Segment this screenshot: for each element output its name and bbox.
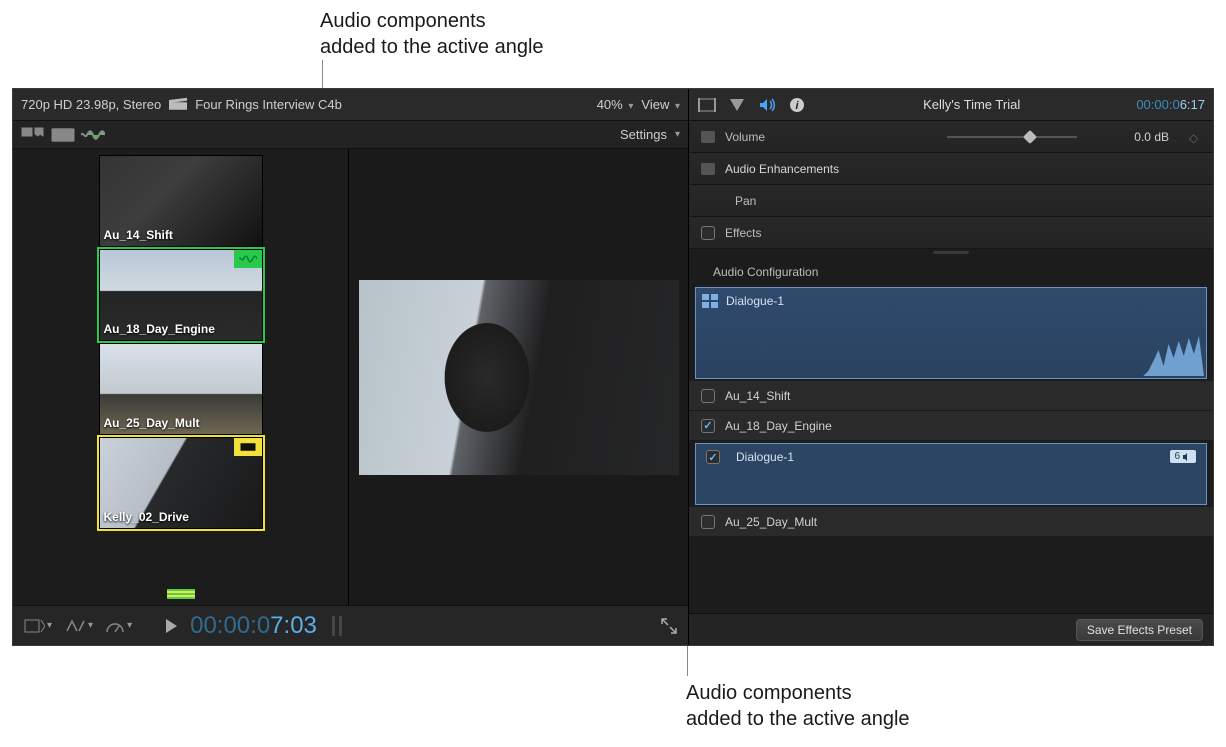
component-checkbox[interactable]: [701, 515, 715, 529]
chevron-down-icon: ▾: [675, 129, 680, 140]
video-mode-icon[interactable]: [51, 126, 75, 144]
audio-config-header: Audio Configuration: [689, 255, 1213, 285]
audio-active-badge: [234, 250, 262, 268]
pan-label: Pan: [735, 194, 756, 208]
volume-readout[interactable]: 0.0 dB: [1097, 130, 1169, 144]
component-row-au-14-shift[interactable]: Au_14_Shift: [689, 381, 1213, 411]
chevron-down-icon: ▾: [628, 101, 633, 112]
chevron-down-icon: ▾: [88, 620, 93, 631]
angle-thumb-au-14-shift[interactable]: Au_14_Shift: [99, 155, 263, 247]
pan-row[interactable]: Pan: [689, 185, 1213, 217]
angle-thumb-au-18-day-engine[interactable]: Au_18_Day_Engine: [99, 249, 263, 341]
component-label: Au_14_Shift: [725, 389, 790, 403]
channel-config-badge[interactable]: 6: [1170, 450, 1196, 463]
viewer-frame-image: [359, 280, 679, 475]
audio-mode-icon[interactable]: [81, 126, 105, 144]
volume-row: Volume 0.0 dB ◇: [689, 121, 1213, 153]
angle-column: Au_14_Shift Au_18_Day_Engine Au_25_Day_M…: [13, 149, 349, 605]
effects-label: Effects: [725, 226, 761, 240]
nested-dialogue-component[interactable]: Dialogue-1 6: [695, 443, 1207, 505]
inspector-title: Kelly's Time Trial: [815, 97, 1128, 112]
timecode-bright: 6:17: [1180, 97, 1205, 112]
audio-inspector-tab[interactable]: [757, 95, 777, 115]
transport-bar: ▾ ▾ ▾ 00:00:07:03: [13, 605, 688, 645]
effects-row: Effects: [689, 217, 1213, 249]
skimmer-bars-icon: [167, 589, 195, 599]
speed-gauge-menu[interactable]: ▾: [105, 618, 132, 634]
video-inspector-tab[interactable]: [697, 95, 717, 115]
volume-label: Volume: [725, 130, 765, 144]
disclosure-icon[interactable]: [701, 163, 715, 175]
slider-knob[interactable]: [1023, 129, 1037, 143]
angle-thumb-kelly-02-drive[interactable]: Kelly_02_Drive: [99, 437, 263, 529]
clapper-icon: [169, 96, 187, 113]
component-row-au-25-day-mult[interactable]: Au_25_Day_Mult: [689, 507, 1213, 537]
timecode-dim: 00:00:0: [190, 612, 270, 639]
audio-enhancements-header[interactable]: Audio Enhancements: [689, 153, 1213, 185]
chevron-down-icon: ▾: [675, 101, 680, 112]
trim-tool-menu[interactable]: ▾: [23, 618, 52, 634]
component-label: Au_18_Day_Engine: [725, 419, 832, 433]
component-checkbox[interactable]: [701, 389, 715, 403]
enhancements-label: Audio Enhancements: [725, 162, 839, 176]
skimmer-indicator: [13, 585, 348, 605]
viewer-pane: 720p HD 23.98p, Stereo Four Rings Interv…: [13, 89, 689, 645]
transport-timecode[interactable]: 00:00:07:03: [190, 611, 317, 640]
view-label: View: [641, 97, 669, 112]
volume-slider[interactable]: [947, 136, 1077, 138]
annotation-bottom: Audio components added to the active ang…: [686, 680, 910, 732]
info-inspector-tab[interactable]: i: [787, 95, 807, 115]
component-row-au-18-day-engine[interactable]: Au_18_Day_Engine: [689, 411, 1213, 441]
dialogue-label: Dialogue-1: [726, 294, 784, 308]
video-active-badge: [234, 438, 262, 456]
viewer-header: 720p HD 23.98p, Stereo Four Rings Interv…: [13, 89, 688, 121]
angle-thumb-au-25-day-mult[interactable]: Au_25_Day_Mult: [99, 343, 263, 435]
play-button[interactable]: [164, 618, 178, 634]
disclosure-icon[interactable]: [701, 131, 715, 143]
settings-label: Settings: [620, 127, 667, 142]
angle-viewer-toolbar: Settings ▾: [13, 121, 688, 149]
timecode-bright: 7:03: [270, 612, 317, 639]
inspector-header: i Kelly's Time Trial 00:00:06:17: [689, 89, 1213, 121]
generator-inspector-tab[interactable]: [727, 95, 747, 115]
zoom-value: 40%: [597, 97, 623, 112]
keyframe-button[interactable]: ◇: [1189, 131, 1201, 143]
channel-count: 6: [1174, 451, 1180, 462]
multicam-icon: [702, 294, 718, 308]
retime-menu[interactable]: ▾: [64, 618, 93, 634]
inspector-pane: i Kelly's Time Trial 00:00:06:17 Volume …: [689, 89, 1213, 645]
waveform-preview: [698, 336, 1204, 376]
dialogue-role-block[interactable]: Dialogue-1: [695, 287, 1207, 379]
format-label: 720p HD 23.98p, Stereo: [21, 97, 161, 112]
chevron-down-icon: ▾: [47, 620, 52, 631]
timecode-dim: 00:00:0: [1136, 97, 1179, 112]
fullscreen-button[interactable]: [660, 617, 678, 635]
angle-label: Au_14_Shift: [104, 228, 173, 242]
component-label: Au_25_Day_Mult: [725, 515, 817, 529]
audio-meter-icon[interactable]: [329, 614, 345, 638]
nested-dialogue-label: Dialogue-1: [736, 450, 794, 464]
chevron-down-icon: ▾: [127, 620, 132, 631]
angle-label: Kelly_02_Drive: [104, 510, 189, 524]
effects-checkbox[interactable]: [701, 226, 715, 240]
component-checkbox[interactable]: [701, 419, 715, 433]
save-effects-preset-button[interactable]: Save Effects Preset: [1076, 619, 1203, 641]
annotation-top: Audio components added to the active ang…: [320, 8, 544, 60]
clip-name: Four Rings Interview C4b: [195, 97, 342, 112]
angle-label: Au_18_Day_Engine: [104, 322, 215, 336]
app-window: 720p HD 23.98p, Stereo Four Rings Interv…: [12, 88, 1214, 646]
viewer-canvas[interactable]: [349, 149, 688, 605]
view-menu[interactable]: View ▾: [641, 97, 680, 112]
inspector-timecode: 00:00:06:17: [1136, 97, 1205, 112]
zoom-menu[interactable]: 40% ▾: [597, 97, 634, 112]
angle-label: Au_25_Day_Mult: [104, 416, 200, 430]
component-checkbox[interactable]: [706, 450, 720, 464]
video-audio-mode-icon[interactable]: [21, 126, 45, 144]
settings-menu[interactable]: Settings: [620, 127, 667, 142]
inspector-footer: Save Effects Preset: [689, 613, 1213, 645]
